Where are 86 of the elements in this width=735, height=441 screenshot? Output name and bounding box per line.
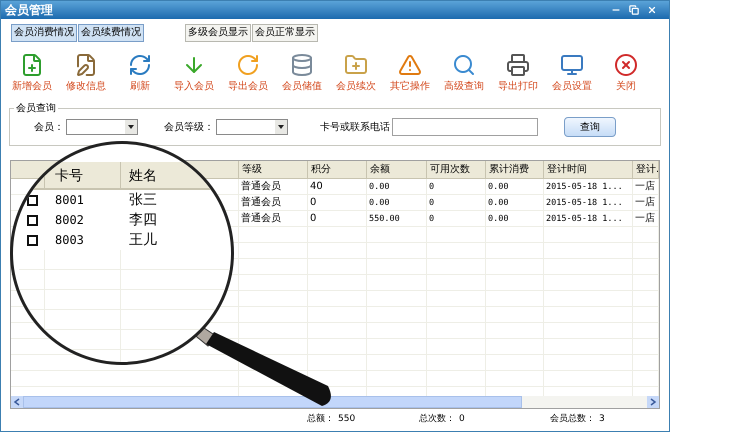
toolbar-button[interactable]: 刷新 [113, 53, 167, 94]
toolbar-button[interactable]: 导出打印 [491, 53, 545, 94]
row-checkbox[interactable] [26, 214, 38, 226]
toolbar-button[interactable]: 其它操作 [383, 53, 437, 94]
toolbar-icon [74, 53, 98, 78]
window-title: 会员管理 [5, 2, 53, 19]
view-button[interactable]: 多级会员显示 [185, 24, 251, 42]
column-header[interactable]: 累计消费 [486, 160, 544, 178]
table-cell-text: 8003 [54, 232, 85, 249]
close-icon [647, 5, 657, 15]
column-header[interactable]: 姓名 [121, 162, 231, 188]
toolbar-icon [614, 53, 638, 78]
toolbar-icon [128, 53, 152, 78]
status-label: 总额： [307, 413, 334, 426]
column-header[interactable]: 余额 [367, 160, 427, 178]
toolbar-button[interactable]: 修改信息 [59, 53, 113, 94]
view-button[interactable]: 会员消费情况 [11, 24, 77, 42]
close-button[interactable] [647, 5, 657, 15]
toolbar-button[interactable]: 会员设置 [545, 53, 599, 94]
toolbar-button[interactable]: 会员储值 [275, 53, 329, 94]
toolbar-button[interactable]: 新增会员 [5, 53, 59, 94]
table-cell: 0.00 [367, 194, 427, 210]
search-button[interactable]: 查询 [564, 117, 616, 138]
status-label: 会员总数： [550, 413, 595, 426]
table-cell: 0.00 [486, 178, 544, 194]
table-cell-text: 8002 [54, 212, 85, 229]
toolbar-icon [398, 53, 422, 78]
toolbar-button[interactable]: 导入会员 [167, 53, 221, 94]
table-cell: 0.00 [486, 194, 544, 210]
table-cell: 0 [308, 194, 367, 210]
table-cell: 550.00 [367, 210, 427, 226]
table-cell: 0 [427, 194, 486, 210]
toolbar-button[interactable]: 关闭 [599, 53, 653, 94]
table-cell: 0 [308, 210, 367, 226]
toolbar-icon [506, 53, 530, 78]
column-header[interactable]: 卡号 [45, 162, 121, 188]
toolbar-icon [236, 53, 260, 78]
column-header[interactable]: 登计. [633, 160, 659, 178]
select-field[interactable] [216, 119, 288, 136]
table-cell: 2015-05-18 1... [544, 194, 633, 210]
field-label: 会员： [34, 120, 64, 135]
toolbar-button[interactable]: 会员续次 [329, 53, 383, 94]
table-cell: 普通会员 [239, 210, 308, 226]
table-cell: 一店 [633, 178, 659, 194]
table-cell: 一店 [633, 210, 659, 226]
table-cell: 0 [427, 178, 486, 194]
table-cell-text: 王儿 [128, 230, 158, 250]
table-cell: 一店 [633, 194, 659, 210]
row-checkbox[interactable] [26, 194, 38, 206]
view-button[interactable]: 会员正常显示 [252, 24, 318, 42]
toolbar-icon [452, 53, 476, 78]
table-cell: 普通会员 [239, 194, 308, 210]
column-header[interactable]: 可用次数 [427, 160, 486, 178]
view-button[interactable]: 会员续费情况 [78, 24, 144, 42]
table-cell: 0 [427, 210, 486, 226]
horizontal-scrollbar[interactable] [11, 396, 659, 408]
toolbar-button[interactable]: 导出会员 [221, 53, 275, 94]
restore-icon [629, 5, 639, 15]
table-cell: 2015-05-18 1... [544, 210, 633, 226]
status-value: 3 [599, 413, 605, 426]
table-cell: 2015-05-18 1... [544, 178, 633, 194]
status-value: 550 [338, 413, 356, 426]
table-cell-text: 李四 [128, 210, 158, 230]
table-cell: 0.00 [486, 210, 544, 226]
field-label: 会员等级： [164, 120, 214, 135]
table-cell: 0.00 [367, 178, 427, 194]
input-field[interactable] [392, 118, 538, 136]
toolbar-icon [20, 53, 44, 78]
toolbar-icon [560, 53, 584, 78]
row-checkbox[interactable] [26, 234, 38, 246]
toolbar-button[interactable]: 高级查询 [437, 53, 491, 94]
select-field[interactable] [66, 119, 138, 136]
table-cell: 40 [308, 178, 367, 194]
scroll-right-icon[interactable] [647, 396, 659, 408]
scroll-left-icon[interactable] [11, 396, 23, 408]
table-cell: 普通会员 [239, 178, 308, 194]
column-header[interactable]: 积分 [308, 160, 367, 178]
table-cell-text: 张三 [128, 190, 158, 210]
column-header[interactable]: 等级 [239, 160, 308, 178]
column-header[interactable]: 登计时间 [544, 160, 633, 178]
status-label: 总次数： [419, 413, 455, 426]
status-value: 0 [459, 413, 465, 426]
toolbar-icon [290, 53, 314, 78]
field-label: 卡号或联系电话 [320, 120, 390, 135]
table-cell-text: 8001 [54, 192, 85, 209]
restore-button[interactable] [629, 5, 639, 15]
